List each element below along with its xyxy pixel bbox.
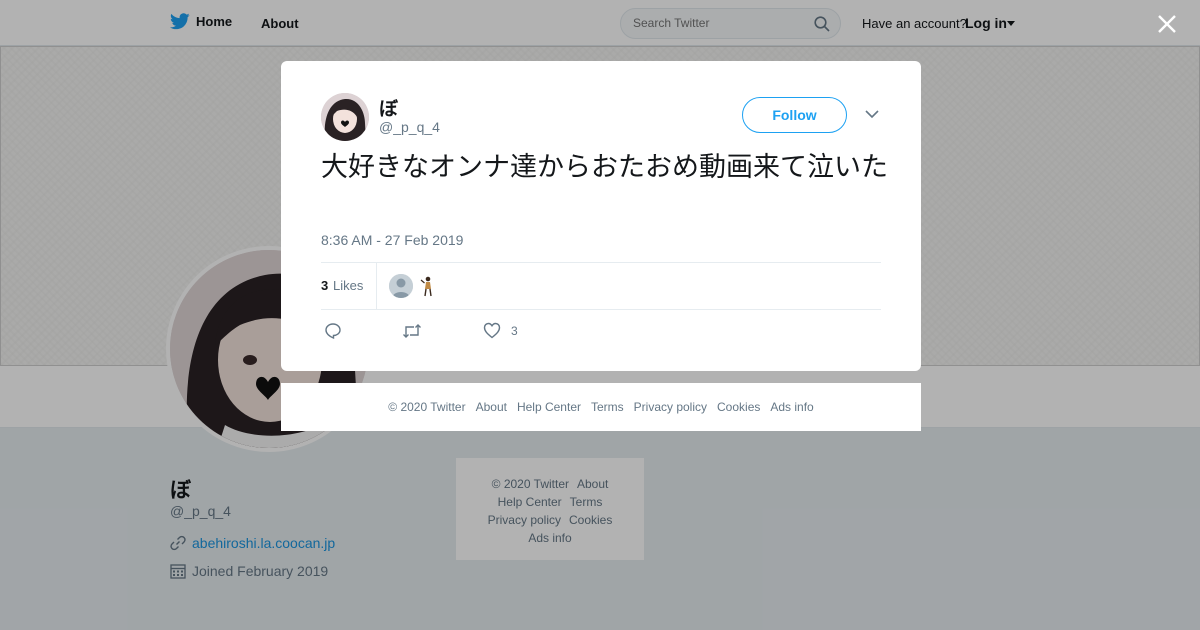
footer-about-link[interactable]: About [476,400,507,414]
figure-avatar-icon [416,274,440,298]
divider [321,262,881,263]
likes-count[interactable]: 3 [321,278,328,293]
divider [321,309,881,310]
footer-ads-link[interactable]: Ads info [770,400,813,414]
chevron-down-icon[interactable] [865,109,879,119]
tweet-author-avatar[interactable] [321,93,369,141]
footer-privacy-link[interactable]: Privacy policy [634,400,707,414]
reply-icon[interactable] [324,322,342,340]
tweet-author-handle[interactable]: @_p_q_4 [379,119,440,135]
tweet-author-name[interactable]: ぼ [379,94,398,121]
tweet-modal: ぼ @_p_q_4 Follow 大好きなオンナ達からおたおめ動画来て泣いた 8… [281,61,921,371]
modal-footer: © 2020 Twitter About Help Center Terms P… [281,383,921,431]
divider [376,263,377,309]
footer-help-link[interactable]: Help Center [517,400,581,414]
like-action-count: 3 [511,324,518,338]
default-avatar-icon [389,274,413,298]
close-icon[interactable] [1155,12,1179,36]
liker-avatar[interactable] [389,274,413,298]
follow-button[interactable]: Follow [742,97,847,133]
footer-cookies-link[interactable]: Cookies [717,400,760,414]
tweet-timestamp[interactable]: 8:36 AM - 27 Feb 2019 [321,232,463,248]
tweet-text: 大好きなオンナ達からおたおめ動画来て泣いた [321,152,888,183]
footer-copyright: © 2020 Twitter [388,400,466,414]
liker-avatar[interactable] [416,274,440,298]
footer-terms-link[interactable]: Terms [591,400,624,414]
likes-label[interactable]: Likes [333,278,363,293]
retweet-icon[interactable] [402,322,422,340]
author-photo [321,93,369,141]
heart-icon[interactable] [483,322,501,339]
